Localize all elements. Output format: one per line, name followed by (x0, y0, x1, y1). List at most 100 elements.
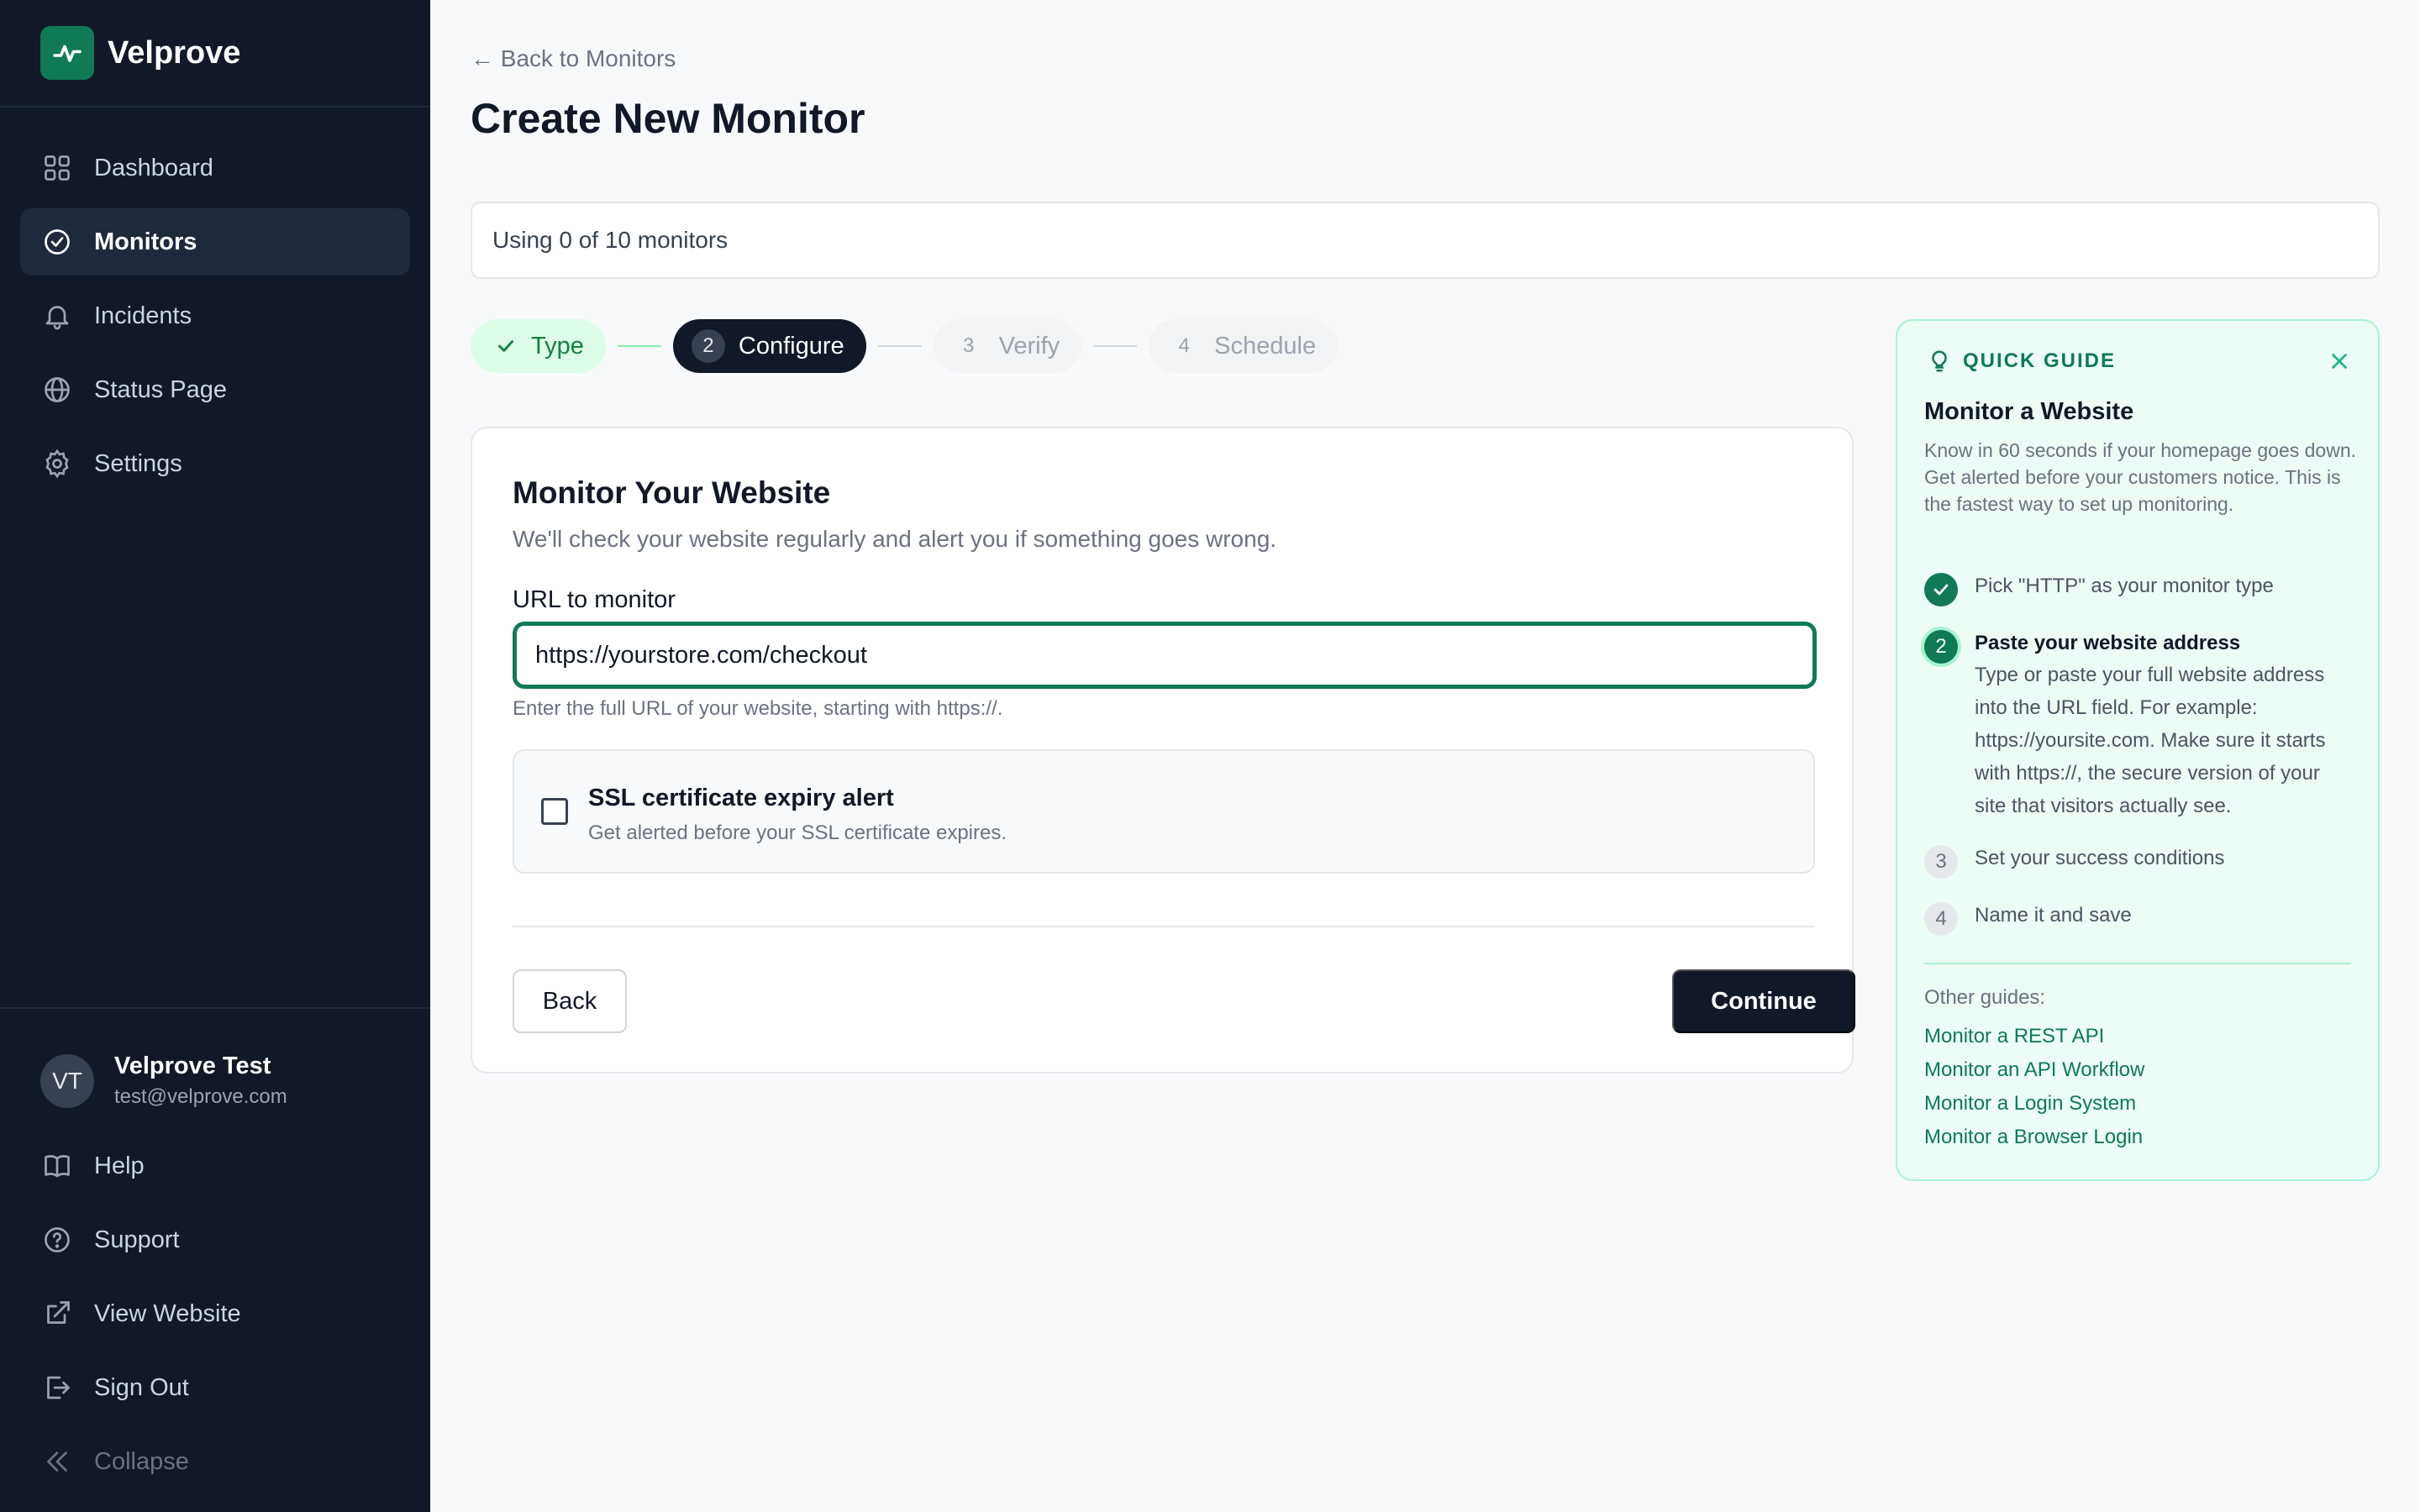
usage-banner: Using 0 of 10 monitors (471, 202, 2380, 279)
sign-out-button[interactable]: Sign Out (20, 1351, 410, 1425)
gear-icon (40, 447, 74, 480)
check-circle-icon (40, 225, 74, 259)
grid-icon (40, 151, 74, 185)
guide-step-number: 3 (1924, 845, 1958, 879)
help-link[interactable]: Help (20, 1129, 410, 1203)
collapse-button[interactable]: Collapse (20, 1425, 410, 1499)
ssl-subtitle: Get alerted before your SSL certificate … (588, 822, 1007, 844)
guide-link-api-workflow[interactable]: Monitor an API Workflow (1924, 1058, 2144, 1082)
guide-link-browser-login[interactable]: Monitor a Browser Login (1924, 1126, 2143, 1149)
sidebar-item-dashboard[interactable]: Dashboard (20, 134, 410, 202)
divider (513, 926, 1815, 927)
guide-description: Know in 60 seconds if your homepage goes… (1924, 439, 2356, 515)
step-number: 3 (962, 334, 975, 357)
guide-step-number: 4 (1924, 902, 1958, 936)
page-title: Create New Monitor (471, 95, 865, 142)
help-label: Help (94, 1152, 145, 1179)
pulse-logo-icon (40, 26, 94, 80)
sign-out-label: Sign Out (94, 1373, 189, 1401)
user-name: Velprove Test (114, 1053, 271, 1079)
guide-heading: QUICK GUIDE (1963, 349, 2117, 372)
sidebar-nav: Dashboard Monitors Incidents Status Page… (0, 108, 430, 497)
step-schedule: 4 Schedule (1149, 319, 1339, 373)
step-number: 4 (1178, 334, 1190, 357)
back-button[interactable]: Back (513, 969, 627, 1033)
support-link[interactable]: Support (20, 1203, 410, 1277)
step-label: Verify (998, 332, 1060, 360)
guide-title: Monitor a Website (1924, 398, 2134, 425)
guide-step-detail: Type or paste your full website address … (1975, 664, 2326, 817)
book-icon (40, 1149, 74, 1183)
main-content: ← Back to Monitors Create New Monitor Us… (430, 0, 2420, 1512)
guide-step: 3 Set your success conditions (1924, 845, 2353, 879)
sign-out-icon (40, 1371, 74, 1404)
step-label: Schedule (1214, 332, 1317, 360)
check-icon (1924, 573, 1958, 606)
step-type[interactable]: Type (471, 319, 606, 373)
step-connector (1093, 345, 1138, 347)
view-website-label: View Website (94, 1299, 241, 1327)
sidebar-item-label: Settings (94, 449, 182, 477)
divider (1924, 963, 2351, 964)
guide-step-title: Set your success conditions (1975, 847, 2225, 869)
sidebar-item-label: Monitors (94, 228, 197, 255)
sidebar-item-incidents[interactable]: Incidents (20, 282, 410, 349)
sidebar-item-monitors[interactable]: Monitors (20, 208, 410, 276)
sidebar-item-status-page[interactable]: Status Page (20, 356, 410, 423)
card-subtitle: We'll check your website regularly and a… (513, 526, 1277, 552)
lightbulb-icon (1924, 346, 1954, 376)
ssl-checkbox[interactable] (541, 798, 568, 825)
user-email: test@velprove.com (114, 1085, 287, 1108)
configure-card: Monitor Your Website We'll check your we… (471, 427, 1855, 1074)
guide-step: 2 Paste your website address Type or pas… (1924, 630, 2353, 822)
brand[interactable]: Velprove (0, 0, 430, 108)
guide-step-title: Name it and save (1975, 904, 2132, 927)
ssl-option[interactable]: SSL certificate expiry alert Get alerted… (513, 749, 1815, 874)
guide-step-title: Paste your website address (1975, 632, 2241, 654)
step-configure[interactable]: 2 Configure (672, 319, 866, 373)
sidebar-item-label: Status Page (94, 375, 227, 403)
guide-link-rest-api[interactable]: Monitor a REST API (1924, 1025, 2104, 1048)
step-label: Type (531, 332, 584, 360)
step-connector (877, 345, 922, 347)
step-label: Configure (738, 332, 844, 360)
usage-text: Using 0 of 10 monitors (492, 227, 729, 253)
sidebar-footer: VT Velprove Test test@velprove.com Help … (0, 1007, 430, 1512)
ssl-title: SSL certificate expiry alert (588, 785, 894, 811)
guide-step: 4 Name it and save (1924, 902, 2353, 936)
guide-link-login-system[interactable]: Monitor a Login System (1924, 1092, 2136, 1116)
collapse-label: Collapse (94, 1447, 189, 1475)
view-website-link[interactable]: View Website (20, 1277, 410, 1351)
sidebar-item-settings[interactable]: Settings (20, 430, 410, 497)
guide-step-title: Pick "HTTP" as your monitor type (1975, 575, 2274, 597)
other-guides-label: Other guides: (1924, 986, 2046, 1009)
guide-header: QUICK GUIDE (1924, 346, 2116, 376)
continue-button[interactable]: Continue (1672, 969, 1855, 1033)
chevrons-left-icon (40, 1445, 74, 1478)
guide-step-number: 2 (1924, 630, 1958, 664)
globe-icon (40, 373, 74, 407)
url-label: URL to monitor (513, 586, 676, 613)
close-icon[interactable] (2326, 348, 2353, 375)
avatar: VT (40, 1053, 94, 1108)
url-help-text: Enter the full URL of your website, star… (513, 697, 1003, 720)
stepper: Type 2 Configure 3 Verify 4 Schedule (471, 319, 1339, 373)
brand-name: Velprove (108, 34, 241, 71)
sidebar-item-label: Incidents (94, 302, 192, 329)
card-title: Monitor Your Website (513, 475, 831, 510)
user-profile[interactable]: VT Velprove Test test@velprove.com (20, 1029, 410, 1129)
back-to-monitors-link[interactable]: ← Back to Monitors (471, 45, 676, 72)
quick-guide-panel: QUICK GUIDE Monitor a Website Know in 60… (1896, 319, 2380, 1181)
url-input[interactable] (513, 622, 1817, 689)
guide-step: Pick "HTTP" as your monitor type (1924, 573, 2353, 606)
sidebar: Velprove Dashboard Monitors Incidents St… (0, 0, 430, 1512)
check-icon (489, 329, 523, 363)
question-circle-icon (40, 1223, 74, 1257)
step-connector (617, 345, 661, 347)
sidebar-item-label: Dashboard (94, 154, 213, 181)
support-label: Support (94, 1226, 180, 1253)
bell-icon (40, 299, 74, 333)
external-link-icon (40, 1297, 74, 1331)
step-number: 2 (691, 329, 725, 363)
step-verify: 3 Verify (933, 319, 1082, 373)
